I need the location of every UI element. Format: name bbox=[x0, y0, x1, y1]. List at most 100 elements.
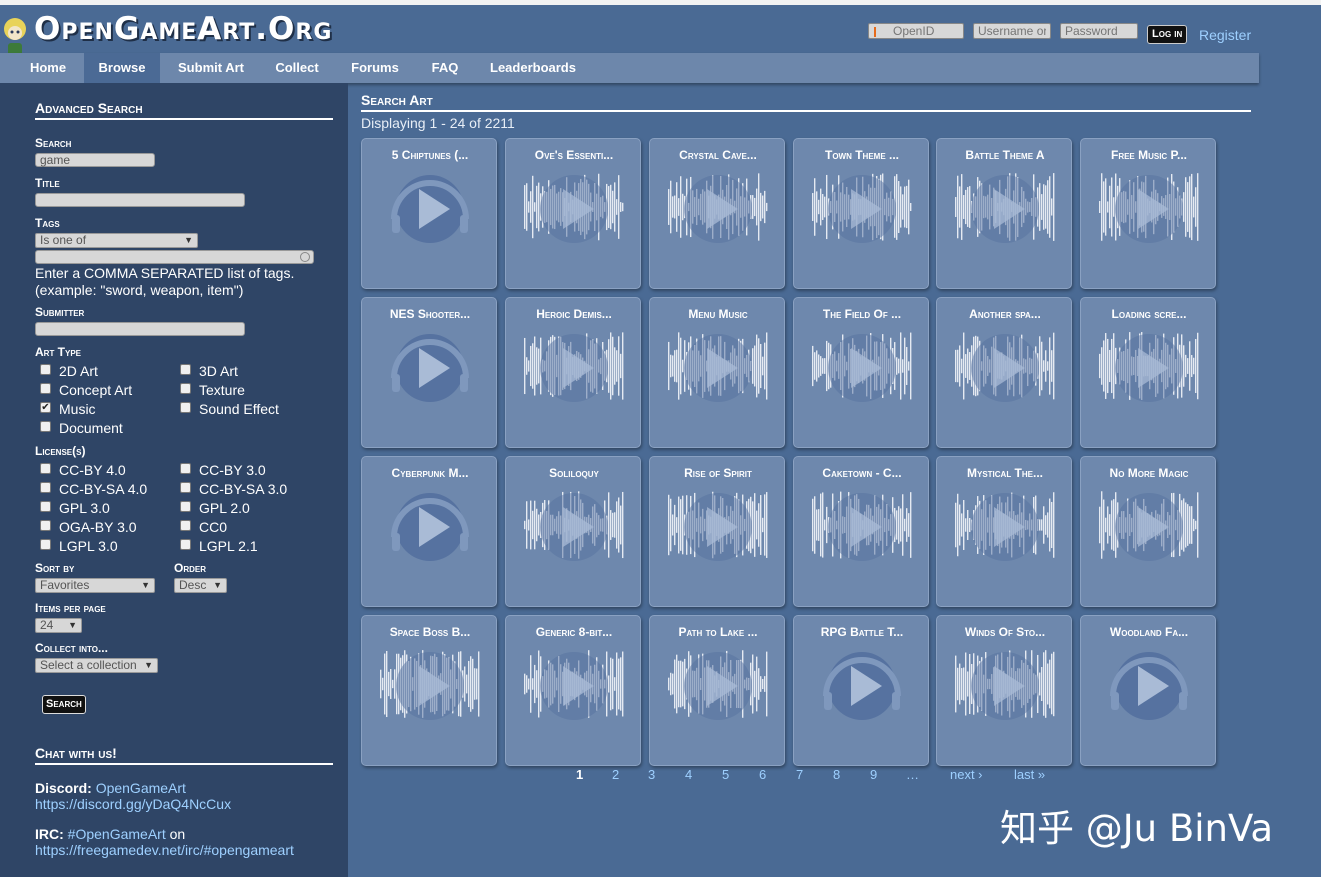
art-card[interactable]: The Field Of ... bbox=[793, 297, 929, 448]
art-card[interactable]: RPG Battle T... bbox=[793, 615, 929, 766]
art-card-title[interactable]: Crystal Cave... bbox=[650, 148, 784, 162]
irc-url-link[interactable]: https://freegamedev.net/irc/#opengameart bbox=[35, 842, 294, 859]
items-per-page-select[interactable]: 24 ▼ bbox=[35, 618, 82, 633]
art-card[interactable]: Generic 8-bit... bbox=[505, 615, 641, 766]
art-card[interactable]: Woodland Fa... bbox=[1080, 615, 1216, 766]
art-card-title[interactable]: Cyberpunk M... bbox=[362, 466, 496, 480]
art-card[interactable]: Battle Theme A bbox=[936, 138, 1072, 289]
art-card-title[interactable]: Menu Music bbox=[650, 307, 784, 321]
nav-item-collect[interactable]: Collect bbox=[262, 53, 332, 83]
art-card[interactable]: Free Music P... bbox=[1080, 138, 1216, 289]
search-input[interactable]: game bbox=[35, 153, 155, 167]
pager-page-2[interactable]: 2 bbox=[612, 767, 619, 782]
art-card-title[interactable]: Space Boss B... bbox=[362, 625, 496, 639]
checkbox-box[interactable] bbox=[180, 520, 191, 531]
checkbox-box[interactable] bbox=[40, 421, 51, 432]
pager-next-link[interactable]: next › bbox=[950, 767, 983, 782]
irc-channel-link[interactable]: #OpenGameArt bbox=[68, 826, 166, 842]
openid-input[interactable] bbox=[868, 23, 964, 39]
register-link[interactable]: Register bbox=[1199, 27, 1251, 43]
art-card-title[interactable]: Ove's Essenti... bbox=[506, 148, 640, 162]
art-card[interactable]: Rise of Spirit bbox=[649, 456, 785, 607]
art-card-title[interactable]: NES Shooter... bbox=[362, 307, 496, 321]
login-button[interactable]: Log in bbox=[1147, 25, 1188, 44]
art-card[interactable]: Path to Lake ... bbox=[649, 615, 785, 766]
art-card-title[interactable]: Heroic Demis... bbox=[506, 307, 640, 321]
checkbox-box[interactable] bbox=[180, 463, 191, 474]
nav-item-browse[interactable]: Browse bbox=[84, 53, 160, 83]
art-card-title[interactable]: Generic 8-bit... bbox=[506, 625, 640, 639]
art-card-title[interactable]: Woodland Fa... bbox=[1081, 625, 1215, 639]
pager-page-5[interactable]: 5 bbox=[722, 767, 729, 782]
sort-by-select[interactable]: Favorites ▼ bbox=[35, 578, 155, 593]
checkbox-box[interactable] bbox=[180, 482, 191, 493]
art-card[interactable]: Menu Music bbox=[649, 297, 785, 448]
art-card[interactable]: NES Shooter... bbox=[361, 297, 497, 448]
checkbox-box[interactable] bbox=[40, 501, 51, 512]
checkbox-box[interactable] bbox=[40, 482, 51, 493]
checkmark-icon[interactable]: ✔ bbox=[40, 402, 51, 413]
pager-page-7[interactable]: 7 bbox=[796, 767, 803, 782]
pager-page-9[interactable]: 9 bbox=[870, 767, 877, 782]
nav-item-leaderboards[interactable]: Leaderboards bbox=[478, 53, 588, 83]
pager-last-link[interactable]: last » bbox=[1014, 767, 1045, 782]
art-card-title[interactable]: Soliloquy bbox=[506, 466, 640, 480]
art-card[interactable]: Cyberpunk M... bbox=[361, 456, 497, 607]
checkbox-box[interactable] bbox=[40, 364, 51, 375]
pager-page-3[interactable]: 3 bbox=[648, 767, 655, 782]
tags-mode-select[interactable]: Is one of ▼ bbox=[35, 233, 198, 248]
checkbox-box[interactable] bbox=[40, 520, 51, 531]
discord-name-link[interactable]: OpenGameArt bbox=[96, 780, 186, 796]
nav-item-faq[interactable]: FAQ bbox=[418, 53, 472, 83]
art-card[interactable]: Space Boss B... bbox=[361, 615, 497, 766]
art-card-title[interactable]: 5 Chiptunes (... bbox=[362, 148, 496, 162]
pager-page-4[interactable]: 4 bbox=[685, 767, 692, 782]
art-card-title[interactable]: Caketown - C... bbox=[794, 466, 928, 480]
checkbox-box[interactable] bbox=[40, 463, 51, 474]
art-card-title[interactable]: Free Music P... bbox=[1081, 148, 1215, 162]
pager-page-8[interactable]: 8 bbox=[833, 767, 840, 782]
art-card-title[interactable]: Rise of Spirit bbox=[650, 466, 784, 480]
art-card-title[interactable]: Winds Of Sto... bbox=[937, 625, 1071, 639]
art-card[interactable]: Loading scre... bbox=[1080, 297, 1216, 448]
art-card[interactable]: Winds Of Sto... bbox=[936, 615, 1072, 766]
art-card-title[interactable]: Another spa... bbox=[937, 307, 1071, 321]
pager-page-6[interactable]: 6 bbox=[759, 767, 766, 782]
art-card-title[interactable]: RPG Battle T... bbox=[794, 625, 928, 639]
art-card-title[interactable]: Battle Theme A bbox=[937, 148, 1071, 162]
checkbox-box[interactable] bbox=[180, 364, 191, 375]
art-card[interactable]: 5 Chiptunes (... bbox=[361, 138, 497, 289]
art-card-title[interactable]: Town Theme ... bbox=[794, 148, 928, 162]
checkbox-box[interactable] bbox=[180, 383, 191, 394]
nav-item-forums[interactable]: Forums bbox=[338, 53, 412, 83]
art-card-title[interactable]: The Field Of ... bbox=[794, 307, 928, 321]
collect-into-select[interactable]: Select a collection ▼ bbox=[35, 658, 158, 673]
order-select[interactable]: Desc ▼ bbox=[174, 578, 227, 593]
submitter-input[interactable] bbox=[35, 322, 245, 336]
site-logo[interactable]: OpenGameArt.Org bbox=[34, 11, 332, 47]
art-card[interactable]: Crystal Cave... bbox=[649, 138, 785, 289]
art-card-title[interactable]: Loading scre... bbox=[1081, 307, 1215, 321]
password-input[interactable] bbox=[1060, 23, 1138, 39]
art-card[interactable]: Another spa... bbox=[936, 297, 1072, 448]
art-card[interactable]: Heroic Demis... bbox=[505, 297, 641, 448]
checkbox-box[interactable] bbox=[180, 501, 191, 512]
checkbox-box[interactable] bbox=[40, 383, 51, 394]
art-card[interactable]: No More Magic bbox=[1080, 456, 1216, 607]
discord-url-link[interactable]: https://discord.gg/yDaQ4NcCux bbox=[35, 796, 231, 813]
checkbox-box[interactable] bbox=[180, 402, 191, 413]
art-card[interactable]: Soliloquy bbox=[505, 456, 641, 607]
nav-item-submit-art[interactable]: Submit Art bbox=[166, 53, 256, 83]
search-button[interactable]: Search bbox=[42, 695, 86, 714]
username-input[interactable] bbox=[973, 23, 1051, 39]
art-card-title[interactable]: No More Magic bbox=[1081, 466, 1215, 480]
title-input[interactable] bbox=[35, 193, 245, 207]
checkbox-box[interactable] bbox=[40, 539, 51, 550]
art-card[interactable]: Town Theme ... bbox=[793, 138, 929, 289]
art-card[interactable]: Ove's Essenti... bbox=[505, 138, 641, 289]
checkbox-box[interactable] bbox=[180, 539, 191, 550]
nav-item-home[interactable]: Home bbox=[16, 53, 80, 83]
art-card[interactable]: Mystical The... bbox=[936, 456, 1072, 607]
tags-input[interactable] bbox=[35, 250, 314, 264]
art-card[interactable]: Caketown - C... bbox=[793, 456, 929, 607]
